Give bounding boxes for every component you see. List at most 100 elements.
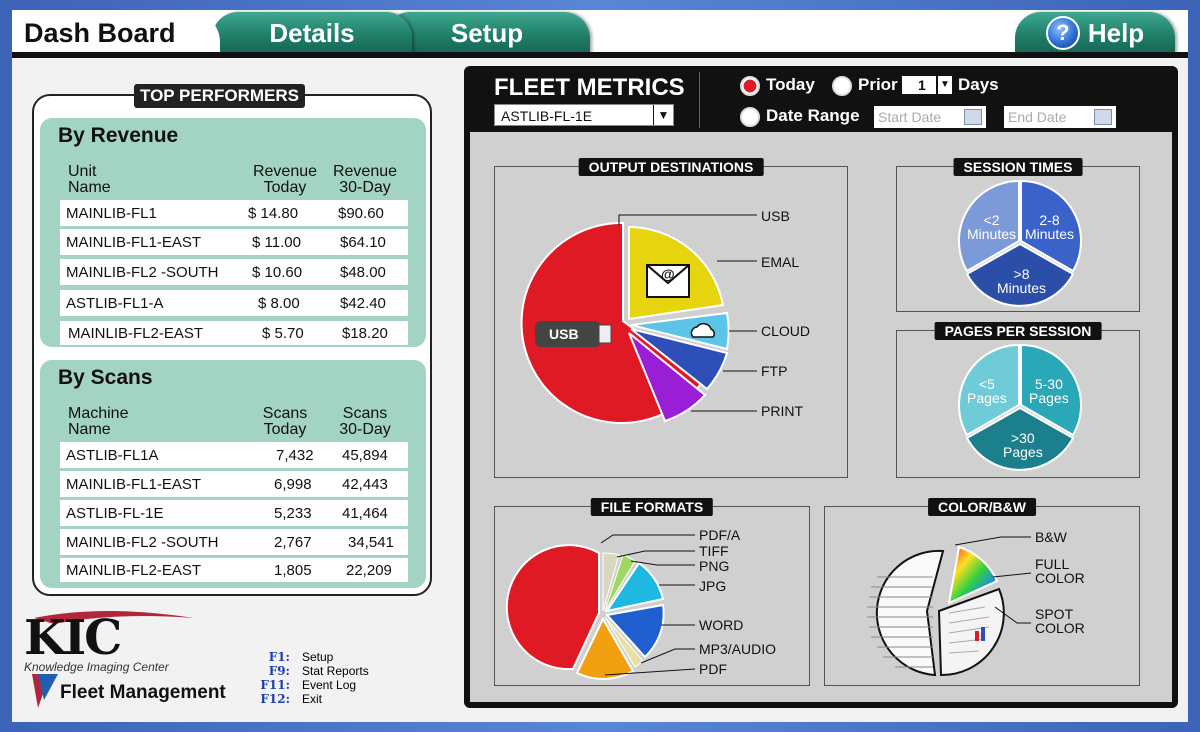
calendar-icon[interactable] (1094, 109, 1112, 125)
kic-logo: KIC Knowledge Imaging Center Fleet Manag… (24, 608, 244, 712)
end-date-field[interactable]: End Date (1004, 106, 1116, 128)
session-label-2-8: 2-8 Minutes (1025, 213, 1074, 241)
tab-dashboard-label: Dash Board (24, 17, 176, 48)
unit-select-value: ASTLIB-FL-1E (501, 108, 593, 124)
email-at-glyph: @ (661, 266, 675, 282)
row-today: $ 10.60 (252, 264, 303, 281)
prior-radio[interactable] (832, 76, 852, 96)
spot-chart-bar (981, 627, 985, 641)
scans-month-header: Scans 30-Day (330, 406, 400, 438)
table-row[interactable]: MAINLIB-FL2-EAST 1,805 22,209 (60, 558, 408, 582)
segment-line: 5-30 (1034, 376, 1063, 392)
table-row[interactable]: MAINLIB-FL2 -SOUTH $ 10.60 $48.00 (60, 259, 408, 285)
row-name: ASTLIB-FL-1E (66, 505, 164, 522)
segment-line: Pages (967, 390, 1007, 406)
prior-days-select[interactable]: 1 ▼ (902, 76, 952, 94)
legend-full-color: FULL COLOR (1035, 557, 1085, 585)
row-month: $64.10 (340, 234, 386, 251)
calendar-icon[interactable] (964, 109, 982, 125)
fkey-key: F1: (268, 650, 290, 664)
app-frame: Setup Details Dash Board ? Help TOP PERF… (12, 10, 1188, 722)
color-bw-box: COLOR/B&W B&W FULL COLOR SPOT COLOR (824, 498, 1140, 686)
header-line: 30-Day (339, 421, 391, 438)
fkey-label: Stat Reports (302, 664, 369, 678)
table-row[interactable]: ASTLIB-FL-1E 5,233 41,464 (60, 500, 408, 526)
fkey-label: Setup (302, 650, 334, 664)
legend-line: COLOR (1035, 620, 1085, 636)
by-scans-group: By Scans Machine Name Scans Today Scans … (40, 360, 426, 588)
fkey-exit[interactable]: F12: Exit (252, 692, 369, 706)
row-today: $ 11.00 (252, 234, 301, 251)
session-label-under-2: <2 Minutes (967, 213, 1016, 241)
segment-line: <2 (983, 212, 1000, 228)
segment-line: <5 (978, 376, 995, 392)
header-line: Scans (262, 405, 308, 422)
date-range-radio[interactable] (740, 107, 760, 127)
prior-label: Prior (858, 75, 898, 94)
legend-pdfa: PDF/A (699, 527, 741, 543)
segment-line: >8 (1013, 266, 1030, 282)
tab-help[interactable]: ? Help (1015, 12, 1175, 54)
row-today: 7,432 (276, 447, 314, 464)
fleet-metrics-panel: FLEET METRICS ASTLIB-FL-1E ▼ Today Prior… (464, 66, 1178, 708)
start-date-placeholder: Start Date (878, 109, 942, 125)
header-line: Today (263, 179, 307, 196)
row-name: MAINLIB-FL1-EAST (66, 476, 202, 493)
pages-label-under-5: <5 Pages (967, 377, 1007, 405)
session-label-over-8: >8 Minutes (997, 267, 1046, 295)
spot-chart-bar (975, 631, 979, 641)
row-month: 45,894 (342, 447, 388, 464)
legend-jpg: JPG (699, 578, 727, 594)
segment-line: Minutes (967, 226, 1017, 242)
today-radio[interactable] (740, 76, 760, 96)
row-today: 1,805 (274, 562, 312, 579)
fkey-stat-reports[interactable]: F9: Stat Reports (252, 664, 369, 678)
fkey-key: F11: (260, 678, 290, 692)
pages-label-over-30: >30 Pages (1003, 431, 1043, 459)
usb-icon: USB (535, 321, 612, 347)
revenue-today-header: Revenue Today (250, 164, 320, 196)
table-row[interactable]: MAINLIB-FL2 -SOUTH 2,767 34,541 (60, 529, 408, 555)
help-icon: ? (1045, 16, 1080, 50)
scans-unit-header: Machine Name (68, 406, 128, 438)
table-row[interactable]: MAINLIB-FL1-EAST $ 11.00 $64.10 (60, 229, 408, 255)
tab-bar-divider (12, 52, 1188, 58)
legend-mp3: MP3/AUDIO (699, 641, 777, 657)
fkey-setup[interactable]: F1: Setup (252, 650, 369, 664)
table-row[interactable]: ASTLIB-FL1-A $ 8.00 $42.40 (60, 290, 408, 316)
row-month: 41,464 (342, 505, 388, 522)
table-row[interactable]: ASTLIB-FL1A 7,432 45,894 (60, 442, 408, 468)
start-date-field[interactable]: Start Date (874, 106, 986, 128)
tab-setup[interactable]: Setup (384, 12, 590, 54)
fkey-key: F12: (260, 692, 290, 706)
row-today: 5,233 (274, 505, 312, 522)
tab-dashboard[interactable]: Dash Board (12, 12, 220, 54)
tab-setup-label: Setup (450, 17, 524, 48)
color-slice-bw (875, 549, 945, 677)
function-key-legend: F1: Setup F9: Stat Reports F11: Event Log F… (252, 650, 369, 706)
top-performers-panel: TOP PERFORMERS By Revenue Unit Name Reve… (32, 84, 432, 596)
row-month: $42.40 (340, 295, 386, 312)
header-line: Unit (68, 163, 97, 180)
legend-spot-color: SPOT COLOR (1035, 607, 1085, 635)
legend-png: PNG (699, 558, 730, 574)
row-name: ASTLIB-FL1-A (66, 295, 164, 312)
fleet-metrics-title: FLEET METRICS (494, 74, 685, 101)
header-separator (699, 72, 700, 128)
revenue-month-header: Revenue 30-Day (330, 164, 400, 196)
header-line: Today (263, 421, 307, 438)
table-row[interactable]: MAINLIB-FL2-EAST $ 5.70 $18.20 (60, 321, 408, 345)
file-formats-pie (505, 534, 696, 680)
row-name: ASTLIB-FL1A (66, 447, 159, 464)
logo-product-name: Fleet Management (60, 682, 226, 703)
unit-select[interactable]: ASTLIB-FL-1E ▼ (494, 104, 674, 126)
segment-line: Minutes (1025, 226, 1075, 242)
row-today: $ 8.00 (258, 295, 300, 312)
table-row[interactable]: MAINLIB-FL1-EAST 6,998 42,443 (60, 471, 408, 497)
legend-email: EMAL (761, 254, 800, 270)
table-row[interactable]: MAINLIB-FL1 $ 14.80 $90.60 (60, 200, 408, 226)
end-date-placeholder: End Date (1008, 109, 1067, 125)
header-line: Name (68, 179, 111, 196)
tab-details[interactable]: Details (212, 12, 412, 54)
fkey-event-log[interactable]: F11: Event Log (252, 678, 369, 692)
